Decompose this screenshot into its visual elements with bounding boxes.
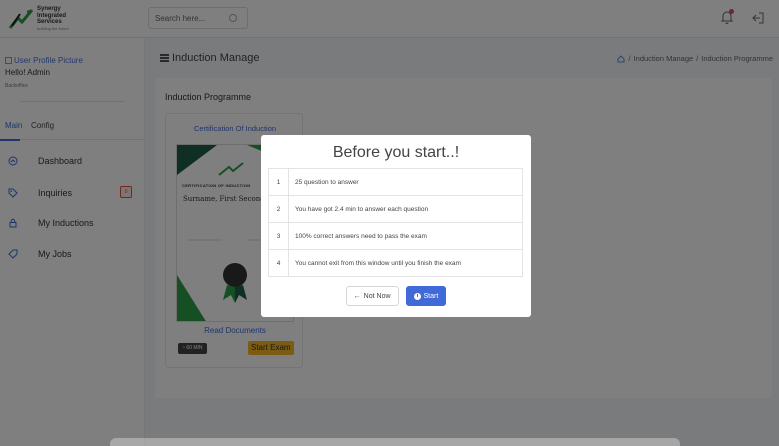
rule-number: 4 (268, 249, 289, 277)
modal-actions: ← Not Now Start (261, 286, 531, 306)
rule-text: 100% correct answers need to pass the ex… (288, 222, 523, 250)
table-row: 1 25 question to answer (268, 168, 523, 196)
table-row: 4 You cannot exit from this window until… (268, 249, 523, 277)
rule-text: You have got 2.4 min to answer each ques… (288, 195, 523, 223)
rule-number: 3 (268, 222, 289, 250)
rules-table: 1 25 question to answer 2 You have got 2… (268, 168, 523, 277)
rule-text: You cannot exit from this window until y… (288, 249, 523, 277)
table-row: 3 100% correct answers need to pass the … (268, 222, 523, 250)
clock-icon (413, 292, 421, 300)
rule-text: 25 question to answer (288, 168, 523, 196)
not-now-button[interactable]: ← Not Now (345, 286, 399, 306)
start-label: Start (423, 292, 439, 300)
rule-number: 2 (268, 195, 289, 223)
arrow-left-icon: ← (353, 292, 361, 300)
bottom-strip (110, 438, 680, 446)
not-now-label: Not Now (363, 292, 391, 300)
table-row: 2 You have got 2.4 min to answer each qu… (268, 195, 523, 223)
modal-title: Before you start..! (332, 144, 460, 161)
before-you-start-modal: Before you start..! 1 25 question to ans… (261, 135, 531, 317)
rule-number: 1 (268, 168, 289, 196)
start-button[interactable]: Start (405, 286, 447, 306)
